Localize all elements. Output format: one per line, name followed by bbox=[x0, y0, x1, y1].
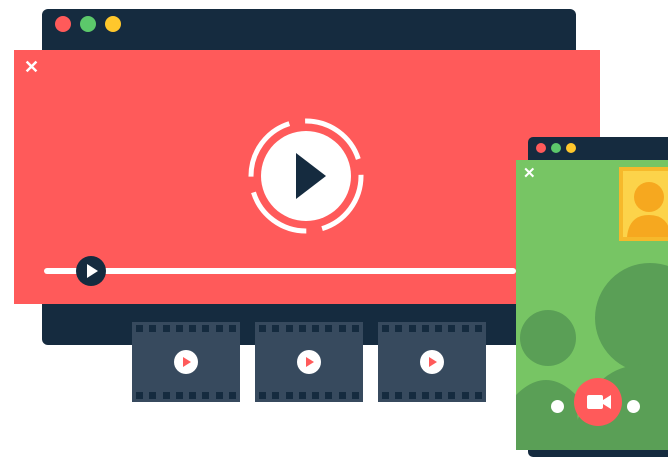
seek-bar-thumb[interactable] bbox=[76, 256, 107, 286]
video-thumbnail-3[interactable] bbox=[378, 322, 486, 402]
call-option-dot-left[interactable] bbox=[551, 400, 564, 413]
window-close-dot[interactable] bbox=[536, 143, 546, 153]
play-icon bbox=[87, 264, 99, 278]
user-avatar-icon bbox=[627, 182, 668, 237]
video-thumbnail-2[interactable] bbox=[255, 322, 363, 402]
caller-avatar bbox=[623, 171, 668, 237]
window-maximize-dot[interactable] bbox=[80, 16, 96, 32]
window-minimize-dot[interactable] bbox=[105, 16, 121, 32]
play-icon bbox=[174, 350, 198, 374]
video-camera-icon bbox=[587, 395, 611, 409]
window-maximize-dot[interactable] bbox=[551, 143, 561, 153]
call-option-dot-right[interactable] bbox=[627, 400, 640, 413]
window-close-dot[interactable] bbox=[55, 16, 71, 32]
close-icon[interactable]: ✕ bbox=[24, 58, 39, 76]
video-thumbnail-1[interactable] bbox=[132, 322, 240, 402]
seek-bar-track[interactable] bbox=[44, 268, 516, 274]
play-button[interactable] bbox=[246, 117, 366, 235]
play-icon bbox=[420, 350, 444, 374]
video-camera-button[interactable] bbox=[574, 378, 622, 426]
play-icon bbox=[297, 350, 321, 374]
window-minimize-dot[interactable] bbox=[566, 143, 576, 153]
